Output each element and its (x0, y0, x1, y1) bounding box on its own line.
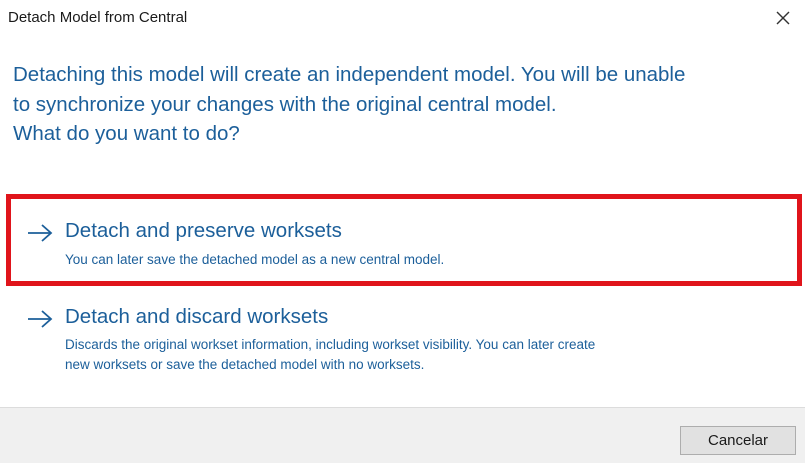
dialog-footer: Cancelar (0, 407, 805, 463)
option-description-line: You can later save the detached model as… (65, 252, 445, 267)
instruction-line: What do you want to do? (13, 122, 240, 145)
cancel-button[interactable]: Cancelar (680, 426, 796, 455)
window-title: Detach Model from Central (8, 9, 188, 26)
option-title: Detach and preserve worksets (65, 219, 342, 242)
detach-model-dialog: Detach Model from Central Detaching this… (0, 0, 805, 463)
option-description: Discards the original workset informatio… (65, 335, 595, 375)
arrow-right-icon (28, 310, 53, 328)
close-button[interactable] (761, 0, 805, 36)
detach-preserve-worksets-option[interactable]: Detach and preserve worksets You can lat… (6, 194, 802, 286)
arrow-right-icon (28, 224, 53, 242)
option-description-line: Discards the original workset informatio… (65, 337, 596, 352)
option-title: Detach and discard worksets (65, 305, 329, 328)
detach-discard-worksets-option[interactable]: Detach and discard worksets Discards the… (0, 298, 805, 390)
option-description: You can later save the detached model as… (65, 250, 444, 270)
main-instruction: Detaching this model will create an inde… (13, 60, 803, 149)
instruction-line: Detaching this model will create an inde… (13, 63, 686, 86)
option-description-line: new worksets or save the detached model … (65, 357, 425, 372)
close-icon (776, 11, 790, 25)
title-bar: Detach Model from Central (0, 0, 805, 38)
instruction-line: to synchronize your changes with the ori… (13, 92, 557, 116)
